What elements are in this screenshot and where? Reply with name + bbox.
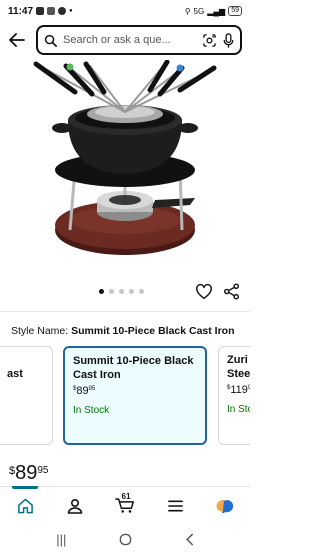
signal-icon: ▂▄▆ <box>207 6 226 16</box>
search-header: Search or ask a que... <box>0 22 250 58</box>
variant-title-line2: Cast Iron <box>73 369 121 381</box>
camera-lens-button[interactable] <box>202 33 217 48</box>
voice-search-button[interactable] <box>223 32 234 48</box>
user-icon <box>67 498 83 514</box>
product-image[interactable] <box>30 60 220 270</box>
image-pagination[interactable] <box>99 289 144 294</box>
messages-icon <box>47 7 56 15</box>
notification-icon <box>36 7 45 15</box>
variant-stock-status: In Sto <box>227 404 250 415</box>
style-name-label: Style Name: <box>11 325 69 337</box>
pagination-dot-4[interactable] <box>129 289 134 294</box>
variant-price-whole: 119 <box>230 384 248 396</box>
style-name-value: Summit 10-Piece Black Cast Iron <box>71 325 235 337</box>
style-variants: ast Summit 10-Piece Black Cast Iron $899… <box>0 346 250 446</box>
nav-rufus[interactable] <box>200 487 250 524</box>
style-name-row: Style Name: Summit 10-Piece Black Cast I… <box>11 325 235 337</box>
battery-icon: 59 <box>228 6 242 16</box>
product-price: $8995 <box>9 462 49 485</box>
back-button[interactable] <box>6 29 28 51</box>
system-navigation-bar: ||| <box>0 524 250 555</box>
section-divider <box>0 311 250 312</box>
bottom-navigation: 61 <box>0 486 250 524</box>
variant-price-currency: $ <box>73 386 77 392</box>
variant-title-line2: ast <box>7 368 23 380</box>
fondue-forks <box>33 60 217 113</box>
home-icon <box>17 498 33 513</box>
microphone-icon <box>223 32 234 48</box>
back-chevron-icon[interactable] <box>185 533 194 546</box>
variant-card-selected[interactable]: Summit 10-Piece Black Cast Iron $8995 In… <box>63 346 207 445</box>
nav-cart[interactable]: 61 <box>100 487 150 524</box>
pagination-dot-2[interactable] <box>109 289 114 294</box>
variant-price: $1199 <box>227 384 250 396</box>
variant-price-cents: 95 <box>88 386 96 392</box>
network-label: 5G <box>193 6 205 16</box>
price-currency: $ <box>9 465 16 477</box>
variant-title: ast <box>0 353 44 381</box>
variant-card-prev[interactable]: ast <box>0 346 53 445</box>
pagination-dot-1[interactable] <box>99 289 104 294</box>
variant-price-currency: $ <box>227 385 231 391</box>
variant-title: Summit 10-Piece Black Cast Iron <box>73 354 197 382</box>
search-bar[interactable]: Search or ask a que... <box>36 25 242 55</box>
back-arrow-icon <box>9 33 25 47</box>
home-circle-icon[interactable] <box>119 533 132 546</box>
nav-home[interactable] <box>0 486 50 524</box>
battery-level: 59 <box>231 7 239 14</box>
add-to-list-button[interactable] <box>195 283 213 301</box>
camera-icon <box>203 33 216 47</box>
recent-apps-button[interactable]: ||| <box>56 532 66 547</box>
variant-price-cents: 9 <box>247 385 250 391</box>
app-icon <box>58 7 67 15</box>
variant-title-line1 <box>0 353 44 367</box>
variant-title-line1: Zuri 1 <box>227 354 250 366</box>
status-time: 11:47 <box>8 5 34 17</box>
nav-menu[interactable] <box>150 487 200 524</box>
heart-icon <box>196 283 212 299</box>
price-whole: 89 <box>15 462 38 484</box>
status-left: 11:47 ● <box>8 6 73 17</box>
variant-stock-status: In Stock <box>73 405 110 416</box>
status-bar: 11:47 ● ⚲ 5G ▂▄▆ 59 <box>0 0 250 22</box>
variant-title-line2: Steel <box>227 368 250 380</box>
rufus-assistant-icon <box>216 500 234 514</box>
hamburger-menu-icon <box>167 500 183 511</box>
share-icon <box>223 283 240 300</box>
variant-title-line1: Summit 10-Piece Black <box>73 355 194 367</box>
price-cents: 95 <box>37 465 49 476</box>
cart-count-badge: 61 <box>121 492 131 501</box>
variant-price-whole: 89 <box>76 385 89 397</box>
variant-price: $8995 <box>73 385 197 397</box>
search-input[interactable]: Search or ask a que... <box>63 34 196 46</box>
pagination-dot-5[interactable] <box>139 289 144 294</box>
variant-card-next[interactable]: Zuri 1 Steel $1199 In Sto <box>218 346 250 445</box>
location-icon: ⚲ <box>184 6 191 16</box>
status-right: ⚲ 5G ▂▄▆ 59 <box>185 6 242 16</box>
share-button[interactable] <box>223 283 241 301</box>
variant-title: Zuri 1 Steel <box>227 353 250 381</box>
pagination-dot-3[interactable] <box>119 289 124 294</box>
nav-account[interactable] <box>50 487 100 524</box>
search-icon <box>44 34 57 47</box>
more-dot-icon: ● <box>69 8 73 14</box>
